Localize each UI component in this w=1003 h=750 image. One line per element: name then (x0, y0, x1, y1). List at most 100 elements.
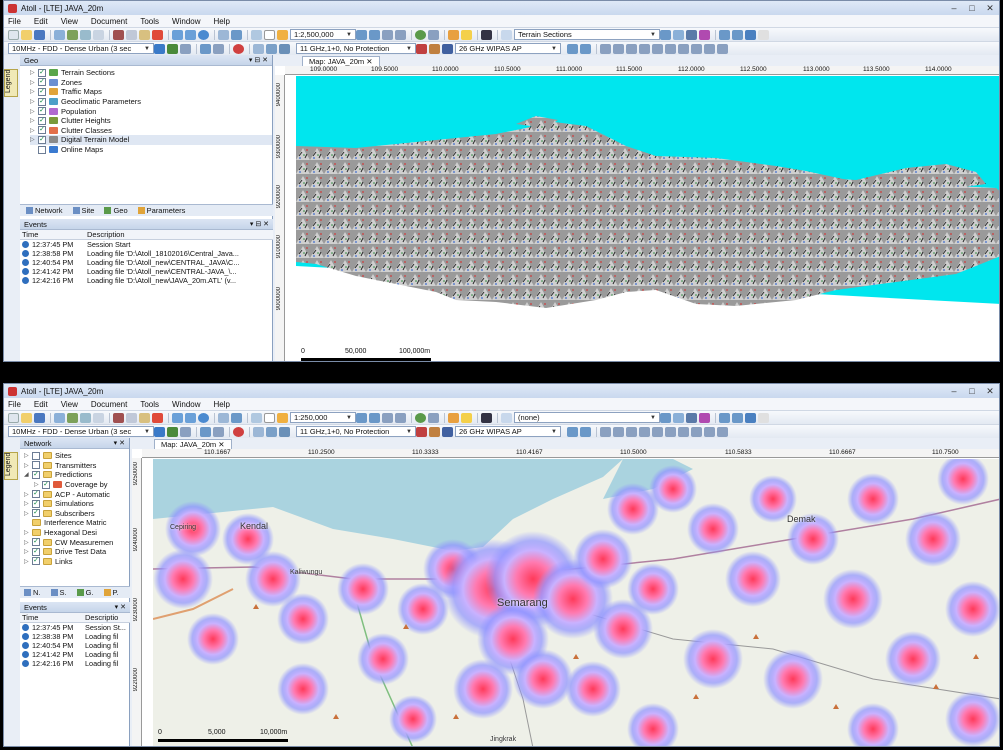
line-icon[interactable] (686, 29, 697, 40)
cell-icon[interactable] (154, 426, 165, 437)
close-tab-icon[interactable]: ✕ (218, 440, 224, 449)
report-icon[interactable] (279, 43, 290, 54)
paste-icon[interactable] (139, 29, 150, 40)
stop-icon[interactable] (233, 43, 244, 54)
tree-item-population[interactable]: ▷ ✓ Population (30, 106, 272, 116)
radio-config-combo[interactable]: 10MHz - FDD - Dense Urban (3 sec ▼ (8, 426, 154, 437)
tool-e-icon[interactable] (652, 43, 663, 54)
tab-site[interactable]: S. (50, 588, 67, 597)
mw-profile-icon[interactable] (429, 426, 440, 437)
zoom-fit-icon[interactable] (395, 412, 406, 423)
print-icon[interactable] (93, 29, 104, 40)
menu-help[interactable]: Help (214, 400, 230, 409)
close-button[interactable]: ✕ (981, 2, 999, 14)
export-map-icon[interactable] (745, 29, 756, 40)
legend-tab[interactable]: Legend (4, 452, 18, 480)
calculate-icon[interactable] (198, 29, 209, 40)
stop-icon[interactable] (233, 426, 244, 437)
import-icon[interactable] (67, 29, 78, 40)
map-view[interactable]: 109.0000 109.5000 110.0000 110.5000 111.… (275, 66, 999, 361)
minimize-button[interactable]: – (945, 2, 963, 14)
layers-icon[interactable] (231, 29, 242, 40)
checkbox[interactable]: ✓ (38, 97, 46, 106)
tool-i-icon[interactable] (704, 43, 715, 54)
zoom-area-icon[interactable] (382, 29, 393, 40)
tree-item-clutter-heights[interactable]: ▷ ✓ Clutter Heights (30, 116, 272, 126)
export-icon[interactable] (80, 29, 91, 40)
tree-item-zones[interactable]: ▷ ✓ Zones (30, 78, 272, 88)
tool-h-icon[interactable] (691, 426, 702, 437)
pointer-icon[interactable] (264, 29, 275, 40)
checkbox[interactable] (32, 461, 40, 470)
menu-tools[interactable]: Tools (140, 17, 159, 26)
tree-item-sites[interactable]: ▷ Sites (24, 451, 129, 461)
checkbox[interactable] (32, 451, 40, 460)
pointer-icon[interactable] (264, 412, 275, 423)
tree-item-geoclimatic[interactable]: ▷ ✓ Geoclimatic Parameters (30, 97, 272, 107)
checkbox[interactable]: ✓ (32, 490, 40, 499)
checkbox[interactable]: ✓ (38, 135, 46, 144)
tool-a-icon[interactable] (600, 43, 611, 54)
ap-settings-icon[interactable] (567, 43, 578, 54)
copy-icon[interactable] (126, 29, 137, 40)
zoom-out-icon[interactable] (369, 29, 380, 40)
tab-network[interactable]: N. (24, 588, 41, 597)
tool-h-icon[interactable] (691, 43, 702, 54)
menu-tools[interactable]: Tools (140, 400, 159, 409)
tab-network[interactable]: Network (26, 206, 63, 215)
checkbox[interactable]: ✓ (32, 509, 40, 518)
tab-geo[interactable]: G. (76, 588, 94, 597)
tree-item-simulations[interactable]: ▷ ✓ Simulations (24, 499, 129, 509)
tool-d-icon[interactable] (639, 43, 650, 54)
tree-item-coverage[interactable]: ▷ ✓ Coverage by (24, 480, 129, 490)
cut-icon[interactable] (113, 29, 124, 40)
transmitter-icon[interactable] (428, 412, 439, 423)
filter-icon[interactable] (719, 412, 730, 423)
access-point-combo[interactable]: 26 GHz WIPAS AP ▼ (455, 426, 561, 437)
select-icon[interactable] (251, 29, 262, 40)
print-icon[interactable] (93, 412, 104, 423)
open-icon[interactable] (21, 412, 32, 423)
legend-tab[interactable]: Legend (4, 69, 18, 97)
event-row[interactable]: 12:41:42 PM Loading fil (20, 650, 130, 659)
tool-b-icon[interactable] (613, 426, 624, 437)
tool-f-icon[interactable] (665, 426, 676, 437)
tool-c-icon[interactable] (626, 43, 637, 54)
menu-edit[interactable]: Edit (34, 17, 48, 26)
pan-icon[interactable] (277, 29, 288, 40)
tool-i-icon[interactable] (704, 426, 715, 437)
checkbox[interactable] (38, 145, 46, 154)
tree-item-cw[interactable]: ▷ ✓ CW Measuremen (24, 537, 129, 547)
checkbox[interactable]: ✓ (38, 87, 46, 96)
tab-parameters[interactable]: P. (103, 588, 119, 597)
link-icon[interactable] (200, 43, 211, 54)
menu-document[interactable]: Document (91, 400, 127, 409)
tooltip-icon[interactable] (461, 412, 472, 423)
checkbox[interactable]: ✓ (42, 480, 50, 489)
zoom-fit-icon[interactable] (395, 29, 406, 40)
checkbox[interactable]: ✓ (32, 538, 40, 547)
pin-icon[interactable]: ▾ ✕ (114, 439, 125, 447)
grid-icon[interactable] (218, 29, 229, 40)
ap-link-icon[interactable] (580, 43, 591, 54)
refresh-icon[interactable] (54, 412, 65, 423)
binoculars-icon[interactable] (481, 412, 492, 423)
layer-combo[interactable]: Terrain Sections ▼ (514, 29, 660, 40)
tool-f-icon[interactable] (665, 43, 676, 54)
repeater-icon[interactable] (213, 43, 224, 54)
maximize-button[interactable]: □ (963, 385, 981, 397)
tree-item-drive-test[interactable]: ▷ ✓ Drive Test Data (24, 547, 129, 557)
tool-b-icon[interactable] (613, 43, 624, 54)
export-icon[interactable] (80, 412, 91, 423)
menu-view[interactable]: View (61, 400, 78, 409)
microwave-link-icon[interactable] (416, 43, 427, 54)
menu-help[interactable]: Help (214, 17, 230, 26)
draw-icon[interactable] (699, 29, 710, 40)
tree-item-predictions[interactable]: ◢ ✓ Predictions (24, 470, 129, 480)
layers-icon[interactable] (231, 412, 242, 423)
undo-icon[interactable] (172, 29, 183, 40)
measure-icon[interactable] (732, 29, 743, 40)
mw-analysis-icon[interactable] (442, 43, 453, 54)
checkbox[interactable]: ✓ (32, 547, 40, 556)
event-row[interactable]: 12:42:16 PM Loading fil (20, 659, 130, 668)
